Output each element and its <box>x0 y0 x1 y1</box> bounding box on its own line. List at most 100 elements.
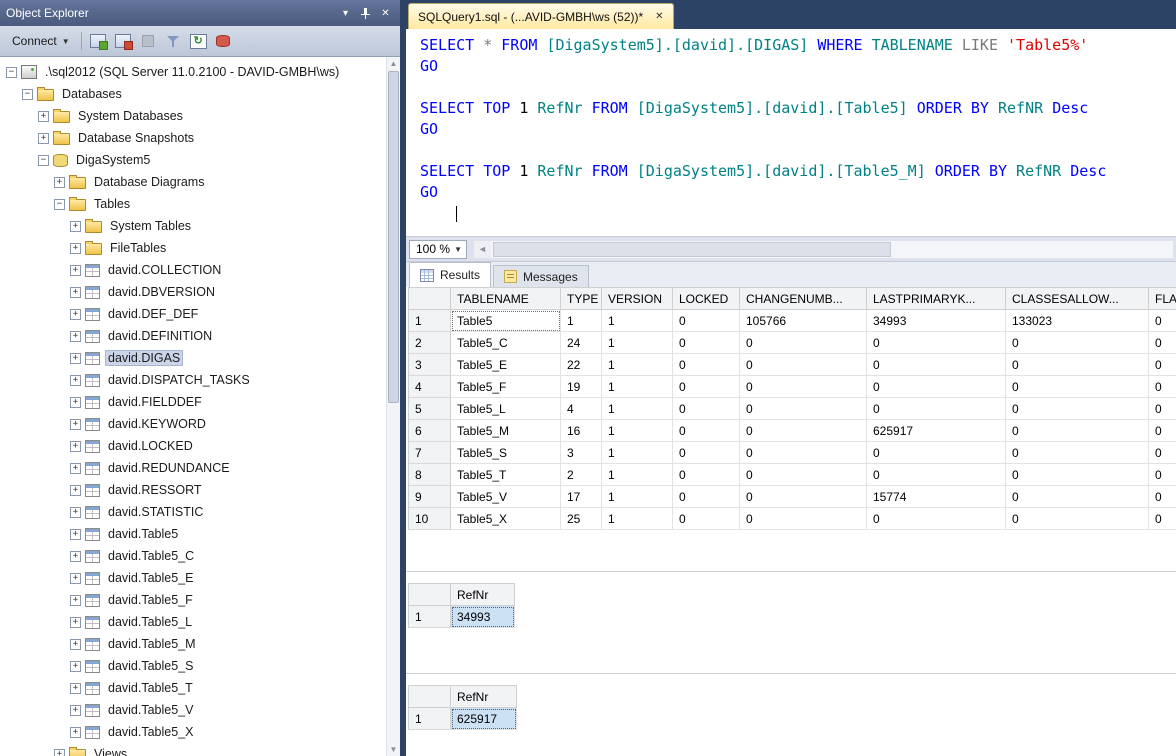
tree-item-label[interactable]: david.Table5_T <box>105 680 196 696</box>
tree-item-label[interactable]: DigaSystem5 <box>73 152 153 168</box>
grid-cell[interactable]: 15774 <box>867 486 1006 508</box>
tree-collapse-glyph[interactable]: − <box>6 67 17 78</box>
tree-item[interactable]: + Database Snapshots <box>0 127 387 149</box>
grid-cell[interactable]: 0 <box>740 420 867 442</box>
grid-cell[interactable]: 0 <box>1149 508 1176 530</box>
tree-item[interactable]: + Database Diagrams <box>0 171 387 193</box>
grid-cell[interactable]: 1 <box>602 310 673 332</box>
grid-cell[interactable]: 1 <box>602 332 673 354</box>
tree-item[interactable]: +david.DISPATCH_TASKS <box>0 369 387 391</box>
grid-cell[interactable]: 0 <box>867 464 1006 486</box>
tree-item-label[interactable]: david.RESSORT <box>105 482 205 498</box>
grid-cell[interactable]: 0 <box>740 398 867 420</box>
row-number-cell[interactable]: 6 <box>409 420 451 442</box>
tab-messages[interactable]: Messages <box>493 265 589 287</box>
grid-cell[interactable]: 1 <box>602 376 673 398</box>
tree-expand-glyph[interactable]: + <box>38 111 49 122</box>
grid-cell[interactable]: 0 <box>1149 398 1176 420</box>
tree-item[interactable]: +david.Table5 <box>0 523 387 545</box>
tab-close-icon[interactable]: ✕ <box>655 11 663 22</box>
tree-item-label[interactable]: Views <box>91 746 130 756</box>
tree-expand-glyph[interactable]: + <box>70 287 81 298</box>
grid-cell[interactable]: 1 <box>602 442 673 464</box>
refresh-button[interactable]: ↻ <box>187 30 210 53</box>
row-number-cell[interactable]: 1 <box>409 310 451 332</box>
tree-item-label[interactable]: david.Table5_C <box>105 548 197 564</box>
tree-expand-glyph[interactable]: + <box>70 397 81 408</box>
grid-cell[interactable]: 0 <box>740 354 867 376</box>
grid-cell[interactable]: 0 <box>1149 354 1176 376</box>
column-header[interactable]: RefNr <box>451 584 515 606</box>
connect-button[interactable]: Connect ▼ <box>5 31 77 51</box>
tree-expand-glyph[interactable]: + <box>70 573 81 584</box>
column-header[interactable]: CLASSESALLOW... <box>1006 288 1149 310</box>
grid-cell[interactable]: Table5_E <box>451 354 561 376</box>
grid-cell[interactable]: 0 <box>1006 398 1149 420</box>
grid-cell[interactable]: 0 <box>1149 420 1176 442</box>
tree-item-label[interactable]: david.Table5_F <box>105 592 196 608</box>
tree-item[interactable]: +david.REDUNDANCE <box>0 457 387 479</box>
grid-cell[interactable]: 0 <box>867 354 1006 376</box>
tree-item[interactable]: +Views <box>0 743 387 756</box>
tree-item[interactable]: +david.DIGAS <box>0 347 387 369</box>
column-header[interactable]: TABLENAME <box>451 288 561 310</box>
grid-cell[interactable]: 0 <box>1006 332 1149 354</box>
tree-item[interactable]: +david.STATISTIC <box>0 501 387 523</box>
tree-item[interactable]: +david.DEF_DEF <box>0 303 387 325</box>
tree-item-label[interactable]: david.COLLECTION <box>105 262 224 278</box>
grid-cell[interactable]: 0 <box>1006 420 1149 442</box>
grid-cell[interactable]: Table5 <box>451 310 561 332</box>
grid-cell[interactable]: Table5_V <box>451 486 561 508</box>
grid-cell[interactable]: 1 <box>602 420 673 442</box>
select-all-cell[interactable] <box>409 686 451 708</box>
horizontal-scrollbar-thumb[interactable] <box>493 242 891 257</box>
tree-item[interactable]: +david.Table5_C <box>0 545 387 567</box>
grid-cell[interactable]: 0 <box>1149 464 1176 486</box>
grid-cell[interactable]: 0 <box>673 332 740 354</box>
tree-expand-glyph[interactable]: + <box>70 309 81 320</box>
grid-cell[interactable]: 0 <box>867 376 1006 398</box>
tree-item[interactable]: +david.Table5_T <box>0 677 387 699</box>
tree-item[interactable]: +System Tables <box>0 215 387 237</box>
grid-cell[interactable]: 0 <box>1006 464 1149 486</box>
scrollbar-thumb[interactable] <box>388 71 399 403</box>
grid-cell[interactable]: 0 <box>740 486 867 508</box>
grid-cell[interactable]: Table5_F <box>451 376 561 398</box>
tree-item[interactable]: −Databases <box>0 83 387 105</box>
tree-expand-glyph[interactable]: + <box>70 705 81 716</box>
tree-item-label[interactable]: david.Table5_L <box>105 614 195 630</box>
grid-cell[interactable]: 0 <box>740 442 867 464</box>
grid-cell[interactable]: 0 <box>673 442 740 464</box>
column-header[interactable]: CHANGENUMB... <box>740 288 867 310</box>
tree-expand-glyph[interactable]: + <box>38 133 49 144</box>
grid-cell[interactable]: 1 <box>602 508 673 530</box>
tree-expand-glyph[interactable]: + <box>70 375 81 386</box>
row-number-cell[interactable]: 5 <box>409 398 451 420</box>
tree-expand-glyph[interactable]: + <box>70 617 81 628</box>
tree-item-label[interactable]: Tables <box>91 196 133 212</box>
tree-item-label[interactable]: System Tables <box>107 218 194 234</box>
pin-icon[interactable] <box>357 6 374 21</box>
tree-item-label[interactable]: Database Diagrams <box>91 174 207 190</box>
tree-expand-glyph[interactable]: + <box>54 177 65 188</box>
scroll-left-arrow-icon[interactable]: ◄ <box>474 241 491 258</box>
tree-item[interactable]: +System Databases <box>0 105 387 127</box>
column-header[interactable]: VERSION <box>602 288 673 310</box>
tree-item-label[interactable]: david.Table5_E <box>105 570 196 586</box>
grid-cell[interactable]: 24 <box>561 332 602 354</box>
tree-item-label[interactable]: FileTables <box>107 240 169 256</box>
grid-cell[interactable]: Table5_M <box>451 420 561 442</box>
tree-item-label[interactable]: david.Table5_V <box>105 702 196 718</box>
row-number-cell[interactable]: 7 <box>409 442 451 464</box>
tree-expand-glyph[interactable]: + <box>70 639 81 650</box>
grid-cell[interactable]: 0 <box>673 354 740 376</box>
tree-collapse-glyph[interactable]: − <box>54 199 65 210</box>
object-explorer-tree[interactable]: − .\sql2012 (SQL Server 11.0.2100 - DAVID… <box>0 57 387 756</box>
grid-cell[interactable]: 0 <box>673 420 740 442</box>
tree-item-label[interactable]: .\sql2012 (SQL Server 11.0.2100 - DAVID-… <box>42 64 342 80</box>
tree-item-label[interactable]: Database Snapshots <box>75 130 197 146</box>
grid-cell[interactable]: 0 <box>740 508 867 530</box>
row-number-cell[interactable]: 9 <box>409 486 451 508</box>
tree-item[interactable]: + david.Table5_E <box>0 567 387 589</box>
scroll-up-icon[interactable]: ▲ <box>387 57 400 70</box>
